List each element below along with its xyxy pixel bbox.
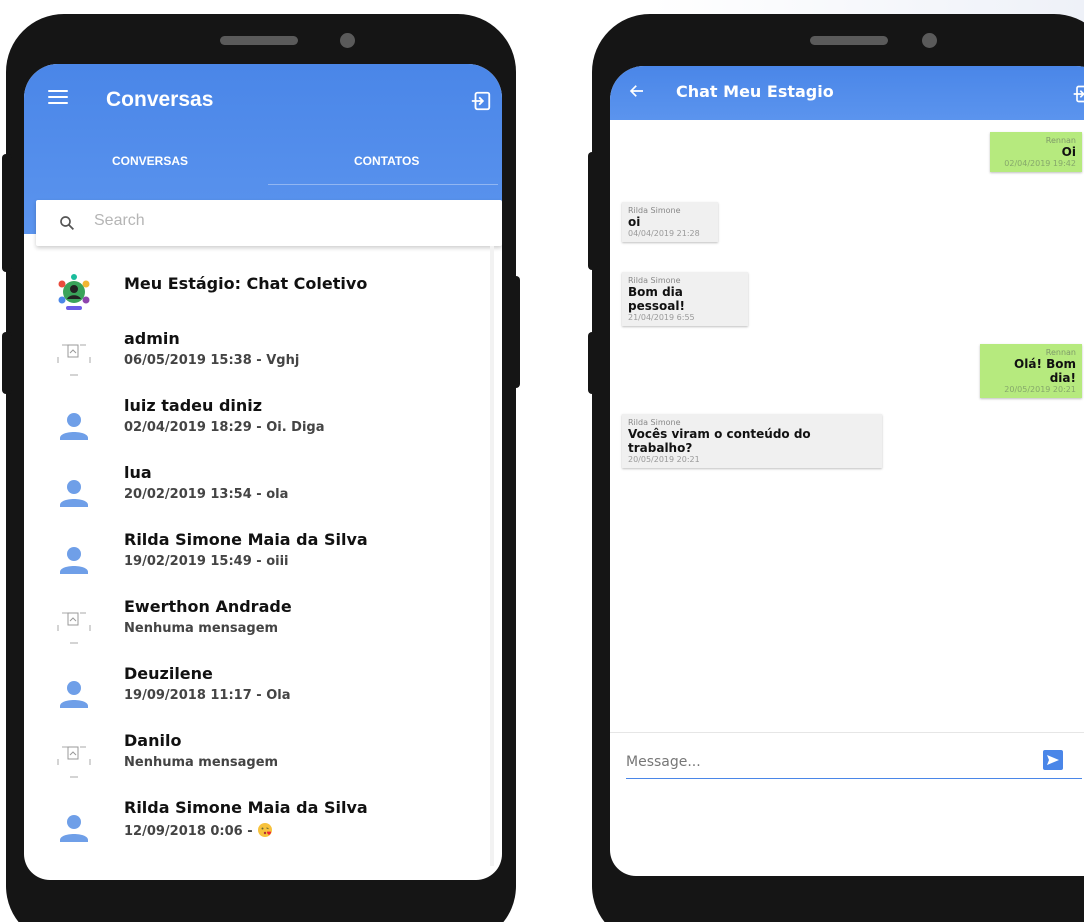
user-icon: [60, 547, 88, 574]
list-item[interactable]: Deuzilene 19/09/2018 11:17 - Ola: [24, 660, 490, 727]
front-camera: [922, 33, 937, 48]
power-button: [510, 276, 520, 388]
send-button[interactable]: [1043, 750, 1063, 770]
list-item[interactable]: Rilda Simone Maia da Silva 19/02/2019 15…: [24, 526, 490, 593]
last-message: 06/05/2019 15:38 - Vghj: [124, 353, 300, 368]
message-input[interactable]: [626, 750, 1044, 774]
message-time: 20/05/2019 20:21: [628, 455, 700, 464]
message-bubble-incoming: Rilda Simone oi 04/04/2019 21:28: [622, 202, 718, 242]
scrollbar[interactable]: [490, 246, 494, 866]
last-message-text: 12/09/2018 0:06 -: [124, 824, 258, 839]
logout-icon[interactable]: [1072, 84, 1084, 104]
list-item[interactable]: Ewerthon Andrade Nenhuma mensagem: [24, 593, 490, 660]
user-icon: [60, 480, 88, 507]
input-underline: [626, 778, 1082, 779]
list-item[interactable]: luiz tadeu diniz 02/04/2019 18:29 - Oi. …: [24, 392, 490, 459]
conversation-name: Meu Estágio: Chat Coletivo: [124, 274, 368, 293]
message-time: 04/04/2019 21:28: [628, 229, 700, 238]
message-sender: Rennan: [1045, 136, 1076, 145]
conversation-list: Meu Estágio: Chat Coletivo admin 06/05/2…: [24, 258, 490, 861]
list-item[interactable]: admin 06/05/2019 15:38 - Vghj: [24, 325, 490, 392]
conversation-name: Deuzilene: [124, 664, 213, 683]
speaker: [220, 36, 298, 45]
back-arrow-icon[interactable]: [628, 82, 646, 100]
list-item[interactable]: Rilda Simone Maia da Silva 12/09/2018 0:…: [24, 794, 490, 861]
side-button: [2, 332, 12, 394]
page-title: Conversas: [106, 88, 214, 111]
message-sender: Rennan: [1045, 348, 1076, 357]
list-item[interactable]: Meu Estágio: Chat Coletivo: [24, 258, 490, 325]
last-message: 12/09/2018 0:06 -: [124, 822, 273, 839]
message-sender: Rilda Simone: [628, 206, 681, 215]
last-message: Nenhuma mensagem: [124, 621, 279, 636]
last-message: 20/02/2019 13:54 - ola: [124, 487, 289, 502]
message-sender: Rilda Simone: [628, 276, 681, 285]
last-message: 19/02/2019 15:49 - oiii: [124, 554, 289, 569]
conversation-name: admin: [124, 329, 180, 348]
user-icon: [60, 681, 88, 708]
composer-divider: [610, 732, 1084, 733]
message-text: Vocês viram o conteúdo do trabalho?: [628, 427, 811, 455]
phone-frame-left: Conversas CONVERSAS CONTATOS Search Meu …: [2, 14, 520, 922]
conversation-name: lua: [124, 463, 152, 482]
message-text: Bom dia pessoal!: [628, 285, 685, 313]
user-icon: [60, 413, 88, 440]
last-message: 02/04/2019 18:29 - Oi. Diga: [124, 420, 325, 435]
broken-image-icon: [57, 746, 91, 778]
message-bubble-outgoing: Rennan Olá! Bom dia! 20/05/2019 20:21: [980, 344, 1082, 398]
search-bar[interactable]: [36, 200, 502, 246]
side-button: [588, 332, 598, 394]
conversation-name: Ewerthon Andrade: [124, 597, 292, 616]
speaker: [810, 36, 888, 45]
search-icon: [60, 216, 75, 231]
message-text: oi: [628, 215, 641, 229]
hamburger-menu-icon[interactable]: [48, 90, 68, 104]
group-logo-icon: [58, 274, 90, 310]
tab-indicator: [268, 184, 498, 185]
list-item[interactable]: lua 20/02/2019 13:54 - ola: [24, 459, 490, 526]
volume-button: [588, 152, 598, 270]
message-bubble-outgoing: Rennan Oi 02/04/2019 19:42: [990, 132, 1082, 172]
message-bubble-incoming: Rilda Simone Bom dia pessoal! 21/04/2019…: [622, 272, 748, 326]
list-item[interactable]: Danilo Nenhuma mensagem: [24, 727, 490, 794]
message-text: Olá! Bom dia!: [1014, 357, 1076, 385]
broken-image-icon: [57, 344, 91, 376]
tab-contatos[interactable]: CONTATOS: [354, 154, 419, 168]
conversation-name: Rilda Simone Maia da Silva: [124, 798, 368, 817]
message-sender: Rilda Simone: [628, 418, 681, 427]
chat-screen: Chat Meu Estagio Rennan Oi 02/04/2019 19…: [610, 66, 1084, 876]
message-time: 02/04/2019 19:42: [1004, 159, 1076, 168]
conversation-name: Rilda Simone Maia da Silva: [124, 530, 368, 549]
message-bubble-incoming: Rilda Simone Vocês viram o conteúdo do t…: [622, 414, 882, 468]
conversations-screen: Conversas CONVERSAS CONTATOS Search Meu …: [24, 64, 502, 880]
message-text: Oi: [1061, 145, 1076, 159]
user-icon: [60, 815, 88, 842]
phone-frame-right: Chat Meu Estagio Rennan Oi 02/04/2019 19…: [588, 14, 1084, 922]
conversation-name: Danilo: [124, 731, 182, 750]
broken-image-icon: [57, 612, 91, 644]
search-input[interactable]: [94, 212, 474, 230]
last-message: 19/09/2018 11:17 - Ola: [124, 688, 291, 703]
tab-bar: CONVERSAS CONTATOS: [24, 136, 502, 176]
logout-icon[interactable]: [470, 90, 492, 112]
last-message: Nenhuma mensagem: [124, 755, 279, 770]
conversation-name: luiz tadeu diniz: [124, 396, 263, 415]
chat-title: Chat Meu Estagio: [676, 82, 834, 101]
message-time: 21/04/2019 6:55: [628, 313, 695, 322]
tab-conversas[interactable]: CONVERSAS: [112, 154, 188, 168]
volume-button: [2, 154, 12, 272]
send-icon: [1047, 755, 1059, 765]
front-camera: [340, 33, 355, 48]
app-bar: Chat Meu Estagio: [610, 66, 1084, 120]
message-list: Rennan Oi 02/04/2019 19:42 Rilda Simone …: [610, 120, 1084, 720]
kiss-emoji-icon: [258, 823, 273, 837]
message-time: 20/05/2019 20:21: [1004, 385, 1076, 394]
